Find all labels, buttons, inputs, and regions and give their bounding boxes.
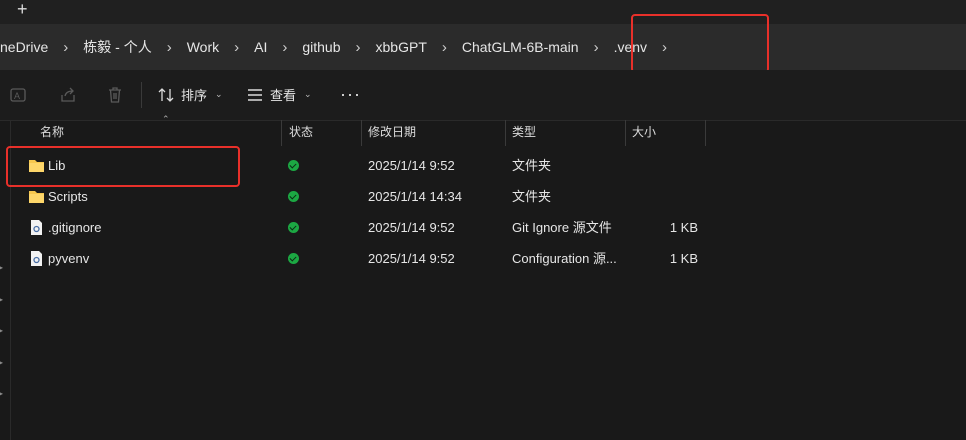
status-synced-icon [288,160,299,171]
status-synced-icon [288,222,299,233]
share-icon[interactable] [59,86,77,104]
breadcrumb-separator[interactable]: › [234,39,239,56]
breadcrumb-onedrive[interactable]: neDrive [0,39,48,55]
svg-text:A: A [14,91,20,101]
file-modified: 2025/1/14 14:34 [368,189,462,204]
breadcrumb-separator[interactable]: › [63,39,68,56]
file-size [626,150,698,181]
file-type: 文件夹 [512,189,552,204]
expand-arrow-icon[interactable]: ▸ [0,263,3,272]
rename-icon[interactable]: A [9,86,27,104]
file-size [626,181,698,212]
column-header-row: ⌃ 名称 状态 修改日期 类型 大小 [10,114,966,146]
file-icon [31,251,42,266]
file-name: .gitignore [48,220,102,235]
breadcrumb-separator[interactable]: › [282,39,287,56]
breadcrumb-separator[interactable]: › [356,39,361,56]
file-type: Git Ignore 源文件 [512,220,612,235]
column-header-name[interactable]: 名称 [40,120,64,146]
breadcrumb: neDrive › 栋毅 - 个人 › Work › AI › github ›… [0,24,682,70]
column-divider[interactable] [625,120,626,146]
new-tab-button[interactable]: + [17,0,28,20]
column-divider[interactable] [505,120,506,146]
tab-strip: + [0,0,966,24]
column-header-size[interactable]: 大小 [632,120,656,146]
venv-highlight-box [631,14,769,73]
view-button[interactable]: 查看 ⌄ [246,85,312,104]
expand-arrow-icon[interactable]: ▸ [0,358,3,367]
chevron-down-icon: ⌄ [215,89,223,99]
breadcrumb-ai[interactable]: AI [254,39,267,55]
breadcrumb-separator[interactable]: › [167,39,172,56]
command-bar: A 排序 ⌄ 查看 ⌄ ··· [0,70,966,121]
breadcrumb-chatglm[interactable]: ChatGLM-6B-main [462,39,579,55]
folder-icon [29,191,44,203]
breadcrumb-separator[interactable]: › [442,39,447,56]
sort-button[interactable]: 排序 ⌄ [157,85,223,104]
file-row-pyvenv[interactable]: pyvenv 2025/1/14 9:52 Configuration 源...… [10,243,710,274]
breadcrumb-github[interactable]: github [302,39,340,55]
toolbar-divider [141,82,142,108]
column-header-type[interactable]: 类型 [512,120,536,146]
sort-label: 排序 [181,88,208,103]
status-synced-icon [288,253,299,264]
expand-arrow-icon[interactable]: ▸ [0,295,3,304]
file-size: 1 KB [669,220,698,235]
file-row-scripts[interactable]: Scripts 2025/1/14 14:34 文件夹 [10,181,710,212]
status-synced-icon [288,191,299,202]
more-options-button[interactable]: ··· [340,84,361,105]
view-label: 查看 [270,88,297,103]
breadcrumb-work[interactable]: Work [187,39,219,55]
file-type: 文件夹 [512,158,552,173]
file-size: 1 KB [669,251,698,266]
file-icon [31,220,42,235]
chevron-down-icon: ⌄ [304,89,312,99]
breadcrumb-separator[interactable]: › [594,39,599,56]
expand-arrow-icon[interactable]: ▸ [0,389,3,398]
column-divider[interactable] [281,120,282,146]
view-icon [248,88,262,101]
column-header-status[interactable]: 状态 [289,120,313,146]
sort-ascending-icon: ⌃ [162,114,170,124]
file-modified: 2025/1/14 9:52 [368,251,455,266]
column-divider[interactable] [361,120,362,146]
sort-icon [158,87,174,102]
delete-icon[interactable] [106,86,124,104]
breadcrumb-xbbgpt[interactable]: xbbGPT [376,39,427,55]
column-header-modified[interactable]: 修改日期 [368,120,416,146]
file-modified: 2025/1/14 9:52 [368,158,455,173]
column-divider[interactable] [705,120,706,146]
address-bar[interactable]: neDrive › 栋毅 - 个人 › Work › AI › github ›… [0,14,966,73]
expand-arrow-icon[interactable]: ▸ [0,326,3,335]
file-type: Configuration 源... [512,251,617,266]
file-row-gitignore[interactable]: .gitignore 2025/1/14 9:52 Git Ignore 源文件… [10,212,710,243]
file-name: pyvenv [48,251,90,266]
breadcrumb-personal[interactable]: 栋毅 - 个人 [83,37,151,57]
file-modified: 2025/1/14 9:52 [368,220,455,235]
file-name: Scripts [48,189,88,204]
